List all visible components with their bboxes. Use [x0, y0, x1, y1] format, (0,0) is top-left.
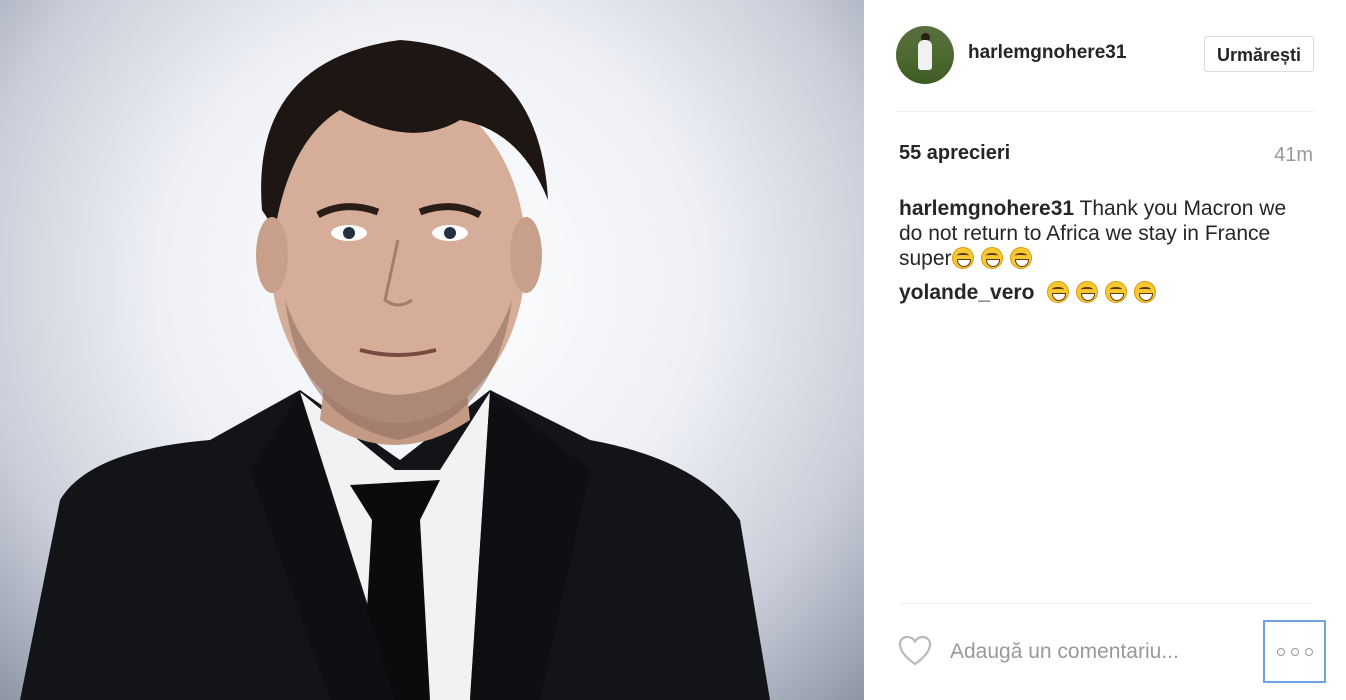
tears-of-joy-icon — [1076, 281, 1099, 303]
more-options-button[interactable] — [1263, 620, 1326, 683]
avatar-figure-body — [918, 40, 932, 70]
comment-username[interactable]: harlemgnohere31 — [899, 197, 1074, 220]
post-timestamp[interactable]: 41m — [1274, 144, 1313, 167]
comment-username[interactable]: yolande_vero — [899, 281, 1034, 304]
avatar[interactable] — [896, 26, 954, 84]
username-link[interactable]: harlemgnohere31 — [968, 42, 1126, 64]
likes-count[interactable]: 55 aprecieri — [899, 142, 1010, 165]
tears-of-joy-icon — [980, 247, 1003, 269]
following-button[interactable]: Urmărești — [1203, 36, 1314, 72]
header-divider — [896, 111, 1314, 112]
tears-of-joy-icon — [951, 247, 974, 269]
comments-list: harlemgnohere31 Thank you Macron we do n… — [899, 196, 1311, 314]
tears-of-joy-icon — [1105, 281, 1128, 303]
ellipsis-icon-dot — [1290, 647, 1299, 656]
portrait-illustration — [20, 40, 770, 700]
tears-of-joy-icon — [1009, 247, 1032, 269]
add-comment-input[interactable] — [948, 630, 1252, 674]
heart-icon[interactable] — [898, 635, 932, 667]
tears-of-joy-icon — [1134, 281, 1157, 303]
footer-divider — [900, 603, 1310, 604]
comment-item: yolande_vero — [899, 280, 1311, 305]
post-photo[interactable] — [0, 0, 864, 700]
comment-item: harlemgnohere31 Thank you Macron we do n… — [899, 196, 1311, 271]
tears-of-joy-icon — [1047, 281, 1070, 303]
post-details-panel: harlemgnohere31 Urmărești 55 aprecieri 4… — [864, 0, 1346, 700]
ellipsis-icon-dot — [1304, 647, 1313, 656]
ellipsis-icon-dot — [1276, 647, 1285, 656]
post-header: harlemgnohere31 Urmărești — [896, 26, 1314, 88]
